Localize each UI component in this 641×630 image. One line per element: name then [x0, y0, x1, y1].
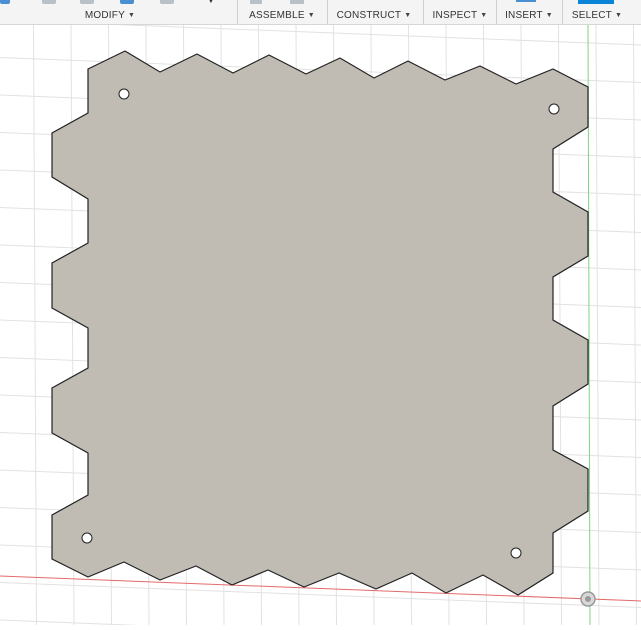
- origin-icon[interactable]: [580, 591, 596, 607]
- chevron-down-icon: ▼: [545, 12, 553, 19]
- separator: [562, 0, 563, 24]
- design-canvas: [0, 19, 641, 630]
- chevron-down-icon: ▼: [614, 12, 623, 19]
- mounting-hole-top-left[interactable]: [118, 88, 130, 100]
- modify-menu[interactable]: MODIFY ▼: [80, 0, 140, 24]
- chevron-down-icon: ▼: [307, 12, 315, 19]
- mounting-hole-top-right[interactable]: [548, 103, 560, 115]
- grid-line: [0, 619, 270, 630]
- construct-menu[interactable]: CONSTRUCT ▼: [335, 0, 413, 24]
- separator: [237, 0, 238, 24]
- hex-plate-body[interactable]: [51, 50, 589, 596]
- construct-label: CONSTRUCT: [336, 10, 402, 21]
- mounting-hole-bottom-left[interactable]: [81, 532, 93, 544]
- grid-line: [0, 19, 641, 46]
- chevron-down-icon: ▼: [480, 12, 488, 19]
- grid-line: [595, 24, 600, 626]
- grid-line: [0, 582, 641, 608]
- inspect-label: INSPECT: [432, 10, 478, 21]
- inspect-menu[interactable]: INSPECT ▼: [430, 0, 490, 24]
- mounting-hole-bottom-right[interactable]: [510, 547, 522, 559]
- insert-label: INSERT: [505, 10, 543, 21]
- select-menu[interactable]: SELECT ▼: [570, 0, 624, 24]
- insert-menu[interactable]: INSERT ▼: [502, 0, 556, 24]
- select-label: SELECT: [571, 10, 612, 21]
- grid-line: [33, 24, 37, 626]
- toolbar: ▼ MODIFY ▼ ASSEMBLE ▼ CONSTRUCT ▼ INSPEC…: [0, 0, 641, 25]
- separator: [496, 0, 497, 24]
- canvas-viewport[interactable]: [0, 19, 641, 630]
- assemble-label: ASSEMBLE: [249, 10, 305, 21]
- assemble-menu[interactable]: ASSEMBLE ▼: [247, 0, 317, 24]
- modify-label: MODIFY: [84, 10, 125, 21]
- separator: [327, 0, 328, 24]
- chevron-down-icon: ▼: [404, 12, 412, 19]
- separator: [423, 0, 424, 24]
- grid-line: [633, 24, 637, 626]
- chevron-down-icon: ▼: [127, 12, 136, 19]
